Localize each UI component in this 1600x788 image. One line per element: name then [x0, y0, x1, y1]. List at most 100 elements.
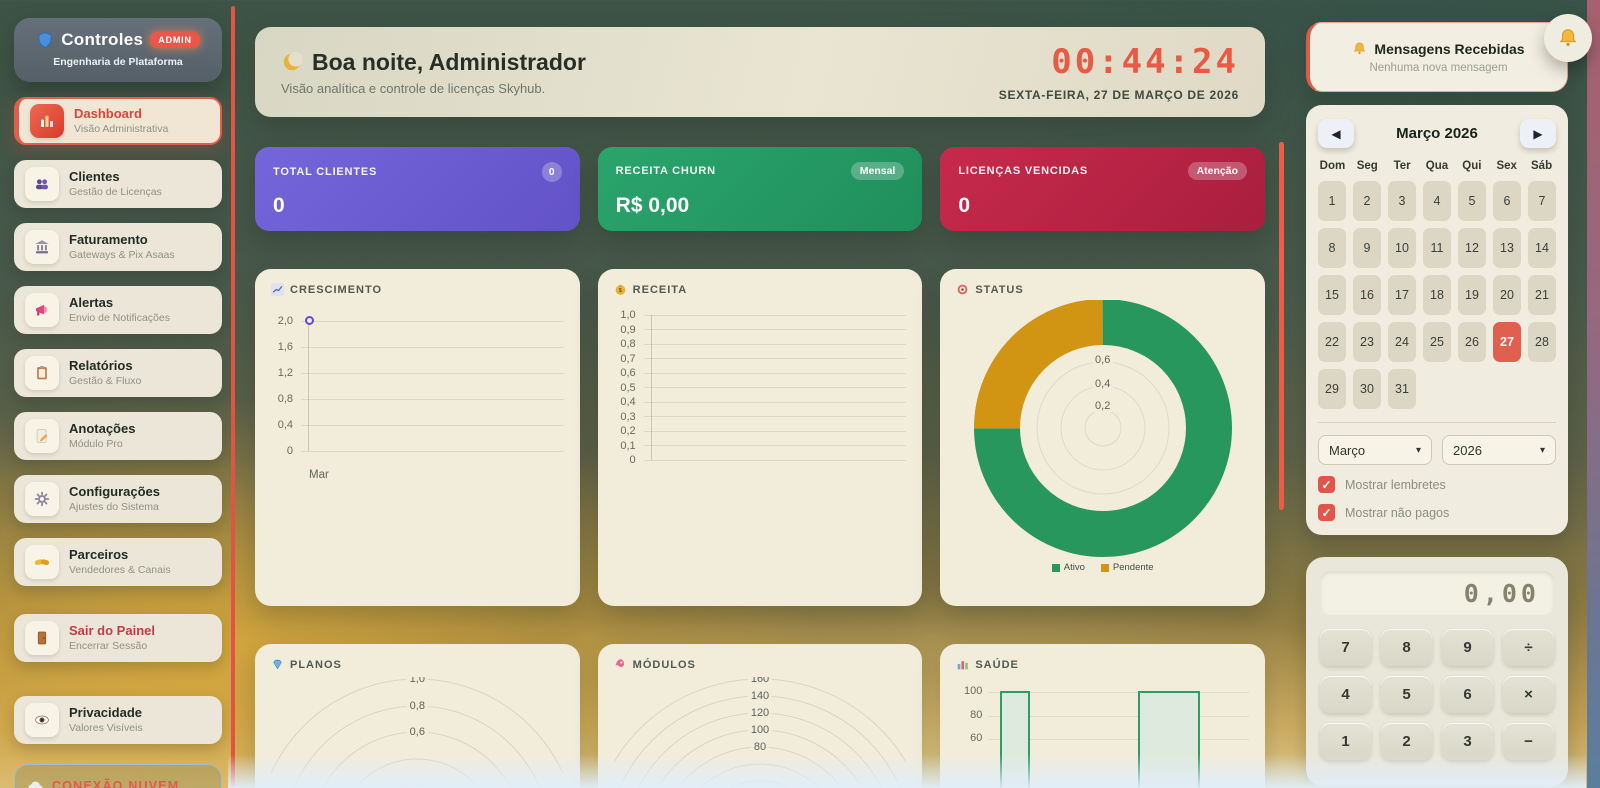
sidebar-item-sub: Módulo Pro — [69, 437, 123, 450]
bar — [1138, 691, 1201, 788]
sidebar-item-alertas[interactable]: Alertas Envio de Notificações — [14, 286, 222, 334]
sidebar-item-privacidade[interactable]: Privacidade Valores Visíveis — [14, 696, 222, 744]
calc-key-6[interactable]: 6 — [1442, 676, 1493, 713]
year-select[interactable]: 2026 ▾ — [1442, 435, 1556, 465]
calendar-day[interactable]: 6 — [1493, 181, 1521, 221]
calendar-day[interactable]: 9 — [1353, 228, 1381, 268]
sidebar-item-parceiros[interactable]: Parceiros Vendedores & Canais — [14, 538, 222, 586]
y-tick: 0,6 — [620, 367, 636, 380]
checkbox-nao-pagos[interactable] — [1318, 504, 1335, 521]
sidebar-item-configuracoes[interactable]: Configurações Ajustes do Sistema — [14, 475, 222, 523]
chart-modulos: MÓDULOS 160 140 120 100 80 — [597, 644, 923, 788]
calendar-day[interactable]: 12 — [1458, 228, 1486, 268]
checkbox-lembretes[interactable] — [1318, 476, 1335, 493]
calendar-day[interactable]: 17 — [1388, 275, 1416, 315]
y-tick: 0 — [286, 445, 293, 457]
cloud-connection-label: CONEXÃO NUVEM — [52, 779, 180, 788]
calendar-day[interactable]: 11 — [1423, 228, 1451, 268]
calendar-day[interactable]: 14 — [1528, 228, 1556, 268]
modulos-polar: 160 140 120 100 80 — [613, 677, 907, 788]
calc-key-4[interactable]: 4 — [1320, 676, 1371, 713]
sidebar-item-anotacoes[interactable]: Anotações Módulo Pro — [14, 412, 222, 460]
calendar-day[interactable]: 8 — [1318, 228, 1346, 268]
app-brand: Controles ADMIN Engenharia de Plataforma — [14, 18, 222, 82]
calc-key-multiply[interactable]: × — [1503, 676, 1554, 713]
stat-total-clientes: TOTAL CLIENTES 0 0 — [255, 147, 580, 231]
calc-key-9[interactable]: 9 — [1442, 629, 1493, 666]
page-scrollbar[interactable] — [1587, 0, 1600, 788]
calendar-day[interactable]: 15 — [1318, 275, 1346, 315]
y-tick: 0,7 — [620, 352, 636, 365]
calendar-day[interactable]: 16 — [1353, 275, 1381, 315]
calc-key-minus[interactable]: − — [1503, 723, 1554, 760]
y-tick: 0,4 — [277, 419, 293, 431]
calc-key-3[interactable]: 3 — [1442, 723, 1493, 760]
calendar-day[interactable]: 4 — [1423, 181, 1451, 221]
bell-icon — [1352, 41, 1367, 56]
calc-key-8[interactable]: 8 — [1381, 629, 1432, 666]
calendar-day[interactable]: 13 — [1493, 228, 1521, 268]
status-donut: 0,6 0,4 0,2 — [963, 300, 1243, 560]
calendar-day[interactable]: 7 — [1528, 181, 1556, 221]
calc-key-5[interactable]: 5 — [1381, 676, 1432, 713]
sidebar-item-faturamento[interactable]: Faturamento Gateways & Pix Asaas — [14, 223, 222, 271]
calendar-day[interactable]: 2 — [1353, 181, 1381, 221]
calc-key-1[interactable]: 1 — [1320, 723, 1371, 760]
y-tick: 80 — [970, 709, 983, 721]
memo-pencil-icon — [25, 419, 59, 453]
calendar-day[interactable]: 23 — [1353, 322, 1381, 362]
month-select[interactable]: Março ▾ — [1318, 435, 1432, 465]
calendar-card: ◀ Março 2026 ▶ Dom Seg Ter Qua Qui Sex S… — [1306, 105, 1568, 535]
sidebar-item-sair[interactable]: Sair do Painel Encerrar Sessão — [14, 614, 222, 662]
sidebar-divider-scrollbar[interactable] — [231, 6, 235, 788]
calendar-day[interactable]: 22 — [1318, 322, 1346, 362]
calendar-day[interactable]: 18 — [1423, 275, 1451, 315]
x-tick-mar: Mar — [309, 469, 329, 481]
weekday: Sáb — [1531, 160, 1553, 172]
calendar-day-selected[interactable]: 27 — [1493, 322, 1521, 362]
calendar-day[interactable]: 3 — [1388, 181, 1416, 221]
calendar-day[interactable]: 19 — [1458, 275, 1486, 315]
notification-bell-button[interactable] — [1544, 14, 1592, 62]
y-tick: 2,0 — [277, 315, 293, 327]
calendar-day[interactable]: 25 — [1423, 322, 1451, 362]
stat-licencas-vencidas: LICENÇAS VENCIDAS Atenção 0 — [940, 147, 1266, 231]
sidebar-item-dashboard[interactable]: Dashboard Visão Administrativa — [14, 97, 222, 145]
sidebar-item-label: Alertas — [69, 295, 114, 311]
radial-tick: 120 — [747, 707, 773, 719]
main-scrollbar-thumb[interactable] — [1279, 142, 1284, 510]
calendar-next-button[interactable]: ▶ — [1520, 119, 1556, 148]
calendar-day[interactable]: 26 — [1458, 322, 1486, 362]
y-tick: 0,2 — [620, 425, 636, 438]
calendar-day[interactable]: 1 — [1318, 181, 1346, 221]
calc-key-7[interactable]: 7 — [1320, 629, 1371, 666]
month-select-value: Março — [1329, 442, 1366, 458]
messages-title: Mensagens Recebidas — [1374, 40, 1525, 57]
calendar-day[interactable]: 5 — [1458, 181, 1486, 221]
brand-title: Controles — [61, 30, 144, 49]
calendar-weekdays: Dom Seg Ter Qua Qui Sex Sáb — [1318, 160, 1556, 172]
calc-key-2[interactable]: 2 — [1381, 723, 1432, 760]
calendar-day[interactable]: 31 — [1388, 369, 1416, 409]
shield-icon — [36, 31, 54, 49]
calendar-day[interactable]: 29 — [1318, 369, 1346, 409]
sidebar-item-relatorios[interactable]: Relatórios Gestão & Fluxo — [14, 349, 222, 397]
target-icon — [956, 283, 969, 296]
calendar-day[interactable]: 21 — [1528, 275, 1556, 315]
weekday: Seg — [1356, 160, 1378, 172]
calendar-day[interactable]: 24 — [1388, 322, 1416, 362]
chart-title: RECEITA — [632, 283, 688, 296]
sidebar-item-clientes[interactable]: Clientes Gestão de Licenças — [14, 160, 222, 208]
calendar-day[interactable]: 10 — [1388, 228, 1416, 268]
megaphone-icon — [25, 293, 59, 327]
weekday: Qua — [1425, 160, 1449, 172]
radial-tick: 140 — [747, 690, 773, 702]
calendar-day[interactable]: 30 — [1353, 369, 1381, 409]
calc-key-divide[interactable]: ÷ — [1503, 629, 1554, 666]
calendar-day[interactable]: 28 — [1528, 322, 1556, 362]
stat-value: 0 — [958, 194, 971, 217]
y-tick: 1,0 — [620, 309, 636, 322]
sidebar-item-sub: Encerrar Sessão — [69, 639, 148, 652]
calendar-day[interactable]: 20 — [1493, 275, 1521, 315]
calendar-prev-button[interactable]: ◀ — [1318, 119, 1354, 148]
